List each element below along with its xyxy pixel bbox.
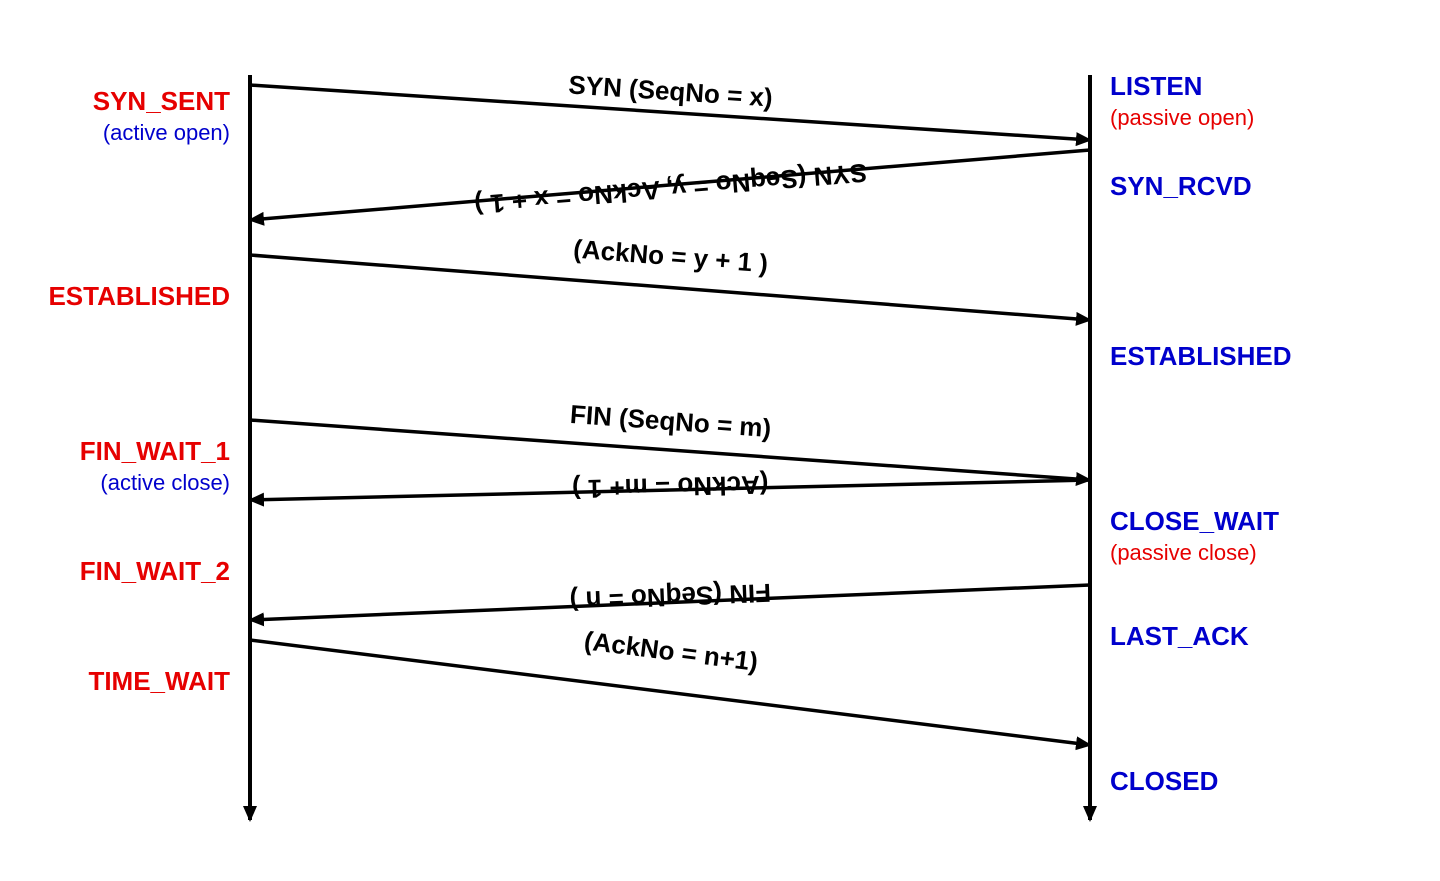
message-label-m5: (AckNo = m+ 1 ) bbox=[572, 470, 769, 505]
left-state-1: (active open) bbox=[103, 120, 230, 145]
right-states-group: LISTEN (passive open) SYN_RCVD ESTABLISHED C… bbox=[1110, 71, 1292, 796]
right-state-4: CLOSE_WAIT bbox=[1110, 506, 1279, 536]
message-label-m7: (AckNo = n+1) bbox=[583, 625, 760, 676]
message-label-m4: FIN (SeqNo = m) bbox=[569, 399, 772, 443]
message-label-m3: (AckNo = y + 1 ) bbox=[572, 234, 769, 279]
left-state-5: FIN_WAIT_2 bbox=[80, 556, 230, 586]
right-state-7: CLOSED bbox=[1110, 766, 1218, 796]
messages-group: SYN (SeqNo = x)SYN (SeqNo = y, AckNo = x… bbox=[250, 69, 1090, 745]
message-label-m2: SYN (SeqNo = y, AckNo = x + 1 ) bbox=[473, 158, 868, 221]
right-state-3: ESTABLISHED bbox=[1110, 341, 1292, 371]
message-label-m6: FIN (SeqNo = n ) bbox=[569, 578, 772, 616]
left-state-2: ESTABLISHED bbox=[48, 281, 230, 311]
right-state-0: LISTEN bbox=[1110, 71, 1202, 101]
right-state-6: LAST_ACK bbox=[1110, 621, 1249, 651]
left-state-3: FIN_WAIT_1 bbox=[80, 436, 230, 466]
left-state-6: TIME_WAIT bbox=[88, 666, 230, 696]
right-state-2: SYN_RCVD bbox=[1110, 171, 1252, 201]
right-state-1: (passive open) bbox=[1110, 105, 1254, 130]
left-state-0: SYN_SENT bbox=[93, 86, 230, 116]
left-states-group: SYN_SENT (active open) ESTABLISHED FIN_WAIT… bbox=[48, 86, 230, 696]
left-state-4: (active close) bbox=[100, 470, 230, 495]
right-state-5: (passive close) bbox=[1110, 540, 1257, 565]
tcp-sequence-diagram: SYN (SeqNo = x)SYN (SeqNo = y, AckNo = x… bbox=[0, 0, 1440, 881]
